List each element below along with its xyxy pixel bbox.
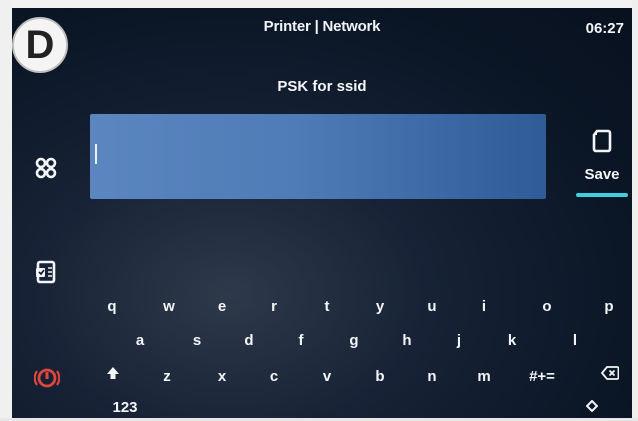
device-bezel-right (632, 0, 638, 421)
key-x[interactable]: x (208, 368, 236, 386)
header-title: Printer | Network (263, 18, 381, 35)
key-n[interactable]: n (418, 368, 446, 386)
key-o[interactable]: o (533, 298, 561, 316)
key-f[interactable]: f (287, 332, 315, 350)
key-w[interactable]: w (155, 298, 183, 316)
key-y[interactable]: y (366, 298, 394, 316)
key-g[interactable]: g (340, 332, 368, 350)
key-s[interactable]: s (183, 332, 211, 350)
key-q[interactable]: q (98, 298, 126, 316)
key-z[interactable]: z (153, 368, 181, 386)
key-d[interactable]: d (235, 332, 263, 350)
hide-keyboard-icon[interactable] (583, 398, 601, 414)
text-caret (95, 144, 97, 164)
key-t[interactable]: t (313, 298, 341, 316)
key-u[interactable]: u (418, 298, 446, 316)
save-underline (576, 193, 628, 197)
apps-grid-icon[interactable] (34, 156, 58, 180)
backspace-icon[interactable] (598, 364, 622, 382)
key-c[interactable]: c (260, 368, 288, 386)
device-bezel-left (0, 0, 12, 421)
numbers-key[interactable]: 123 (103, 399, 147, 417)
key-p[interactable]: p (595, 298, 623, 316)
shift-icon[interactable] (100, 363, 126, 383)
clock: 06:27 (585, 20, 624, 37)
save-button[interactable]: Save (573, 129, 631, 209)
save-document-icon (592, 129, 612, 158)
device-bezel-top (0, 0, 638, 8)
key-j[interactable]: j (445, 332, 473, 350)
key-k[interactable]: k (498, 332, 526, 350)
key-b[interactable]: b (366, 368, 394, 386)
key-r[interactable]: r (260, 298, 288, 316)
key-e[interactable]: e (208, 298, 236, 316)
key-m[interactable]: m (470, 368, 498, 386)
key-h[interactable]: h (393, 332, 421, 350)
section-badge: D (12, 17, 68, 73)
printer-screen: Printer | Network 06:27 PSK for ssid Sav… (12, 8, 632, 418)
power-alert-icon[interactable] (34, 365, 60, 391)
symbols-key[interactable]: #+= (520, 368, 564, 386)
key-i[interactable]: i (470, 298, 498, 316)
key-v[interactable]: v (313, 368, 341, 386)
key-a[interactable]: a (126, 332, 154, 350)
psk-input[interactable] (90, 114, 546, 199)
save-label: Save (584, 166, 620, 183)
input-prompt: PSK for ssid (277, 78, 367, 95)
key-l[interactable]: l (561, 332, 589, 350)
document-icon[interactable] (34, 260, 58, 284)
